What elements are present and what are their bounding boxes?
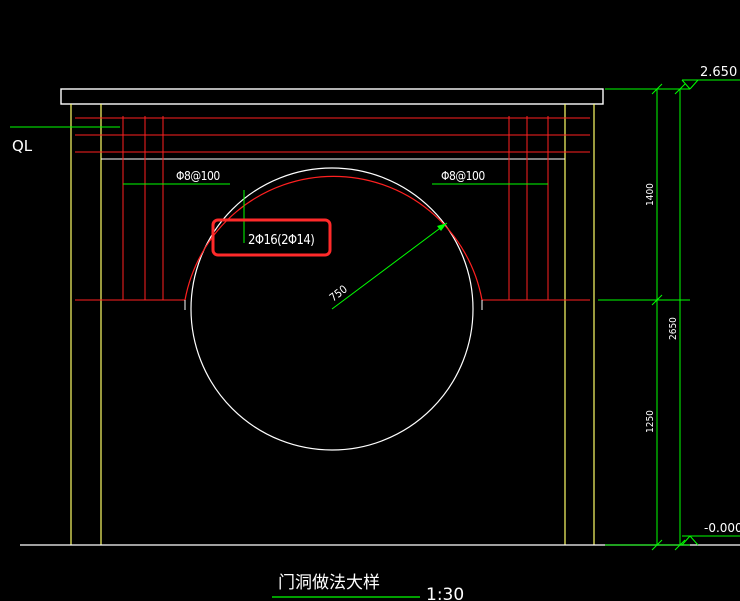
radius-dimension: 750 (327, 283, 350, 305)
elevation-top: 2.650 (700, 65, 737, 80)
stirrups-left (122, 116, 164, 300)
dim-total: 2650 (668, 317, 679, 340)
dim-lower: 1250 (645, 410, 656, 433)
rebar-label-left: Φ8@100 (176, 169, 220, 183)
cad-drawing-canvas: QL Φ8@100 Φ8@100 2Φ16(2Φ14) 750 1400 265… (10, 65, 740, 601)
drawing-title: 门洞做法大样 (278, 573, 380, 593)
dimension-lines (598, 79, 740, 551)
ring-beam-rebars (75, 117, 590, 301)
wall-lines (70, 104, 595, 545)
ql-label: QL (12, 137, 33, 155)
arch-rebar (184, 175, 483, 301)
stirrups-right (508, 116, 549, 300)
drawing-scale: 1:30 (426, 585, 464, 601)
elevation-bottom: -0.000 (704, 521, 740, 535)
main-rebar-label: 2Φ16(2Φ14) (248, 233, 314, 248)
dim-upper: 1400 (645, 183, 656, 206)
top-slab (60, 88, 604, 105)
rebar-label-right: Φ8@100 (441, 169, 485, 183)
leader-lines (10, 126, 548, 310)
